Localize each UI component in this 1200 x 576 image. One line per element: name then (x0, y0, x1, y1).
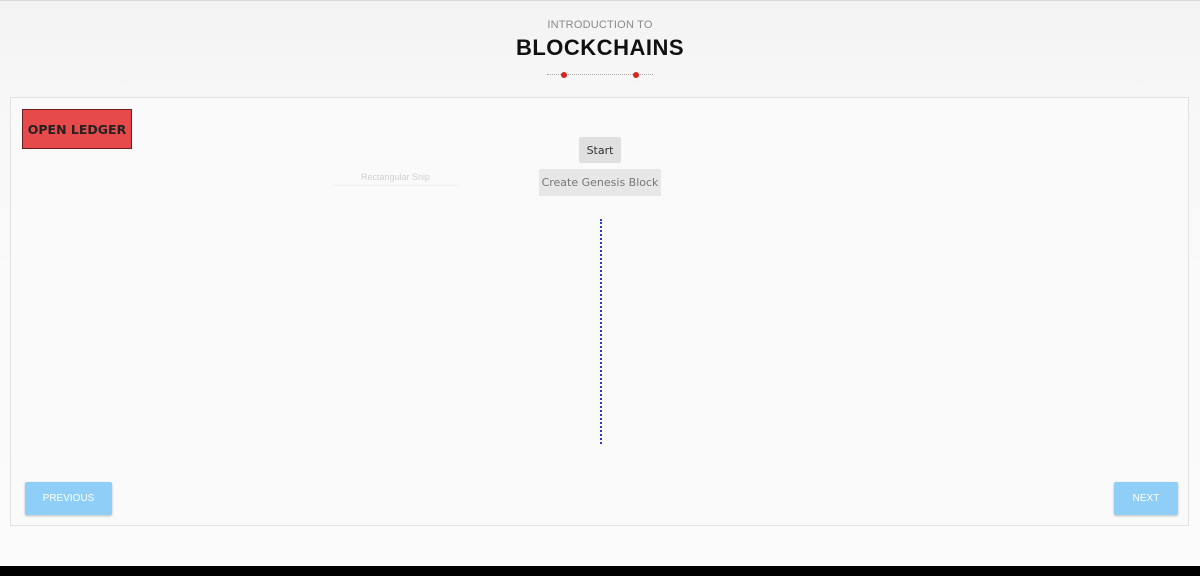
next-button[interactable]: NEXT (1114, 482, 1178, 515)
page: INTRODUCTION TO BLOCKCHAINS OPEN LEDGER … (0, 0, 1200, 566)
previous-button[interactable]: PREVIOUS (25, 482, 112, 515)
chain-connector-line (600, 219, 602, 444)
rectangular-snip-overlay: Rectangular Snip (333, 169, 458, 186)
bottom-bar (0, 566, 1200, 576)
page-title: BLOCKCHAINS (515, 35, 685, 60)
divider-dot-left (561, 72, 567, 78)
title-divider (547, 72, 653, 78)
page-subtitle: INTRODUCTION TO (547, 19, 653, 31)
create-genesis-block-button[interactable]: Create Genesis Block (539, 169, 661, 196)
start-button[interactable]: Start (579, 137, 621, 163)
divider-dot-right (633, 72, 639, 78)
open-ledger-button[interactable]: OPEN LEDGER (22, 109, 132, 149)
header: INTRODUCTION TO BLOCKCHAINS (0, 19, 1200, 61)
